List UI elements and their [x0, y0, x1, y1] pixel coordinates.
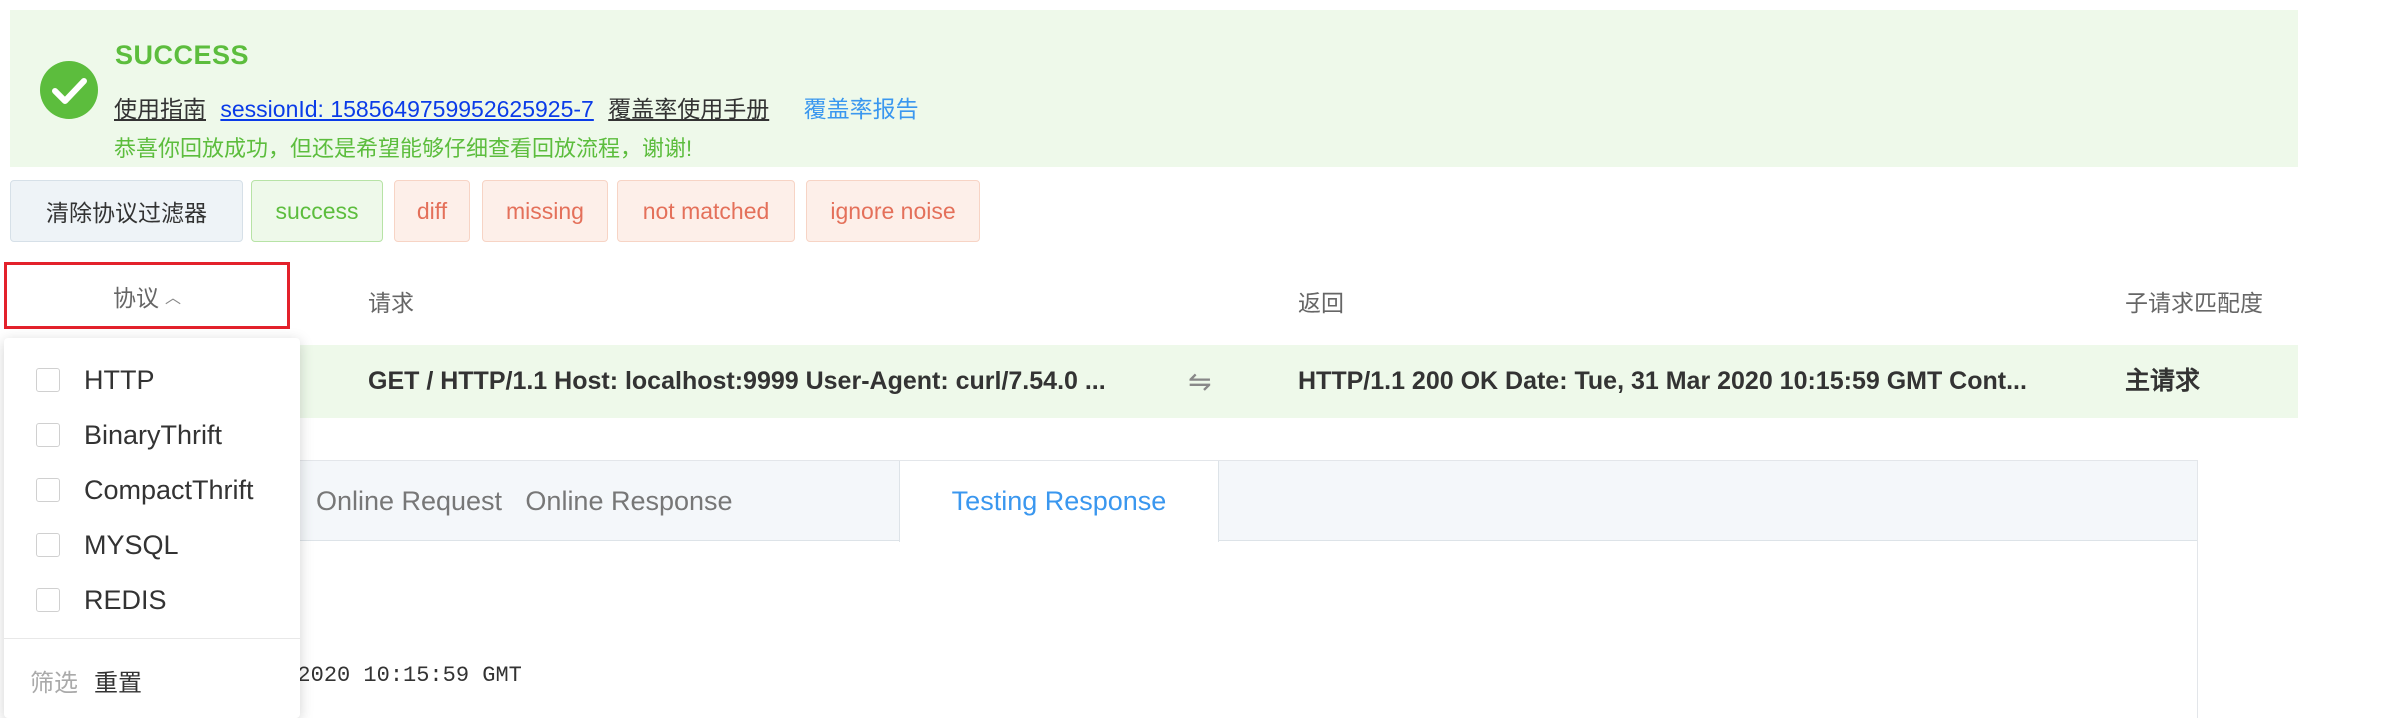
match-cell: 主请求 [2125, 367, 2201, 395]
request-column-header: 请求 [368, 290, 414, 316]
session-id-link[interactable]: sessionId: 1585649759952625925-7 [220, 96, 593, 122]
detail-tabbar: Online Request Online Response Testing R… [109, 461, 2197, 542]
checkbox[interactable] [36, 368, 60, 392]
reset-button[interactable]: 重置 [94, 663, 142, 698]
banner-links: 使用指南 sessionId: 1585649759952625925-7 覆盖… [114, 90, 927, 124]
success-banner: SUCCESS 使用指南 sessionId: 1585649759952625… [10, 10, 2298, 167]
checkbox[interactable] [36, 478, 60, 502]
coverage-report-link[interactable]: 覆盖率报告 [804, 96, 919, 122]
tab-testing-response[interactable]: Testing Response [899, 461, 1219, 542]
chevron-up-icon: ︿ [164, 289, 181, 307]
table-row[interactable]: GET / HTTP/1.1 Host: localhost:9999 User… [10, 345, 2298, 418]
tab-online-request[interactable]: Online Request [309, 461, 509, 541]
checkbox[interactable] [36, 533, 60, 557]
clear-protocol-filter-button[interactable]: 清除协议过滤器 [10, 180, 243, 242]
protocol-option-redis[interactable]: REDIS [36, 580, 167, 620]
protocol-column-header[interactable]: 协议 ︿ [4, 262, 290, 329]
ignore-noise-filter-button[interactable]: ignore noise [806, 180, 980, 242]
option-label: CompactThrift [84, 474, 254, 505]
checkbox[interactable] [36, 423, 60, 447]
protocol-option-compactthrift[interactable]: CompactThrift [36, 470, 254, 510]
diff-filter-button[interactable]: diff [394, 180, 470, 242]
guide-link[interactable]: 使用指南 [114, 96, 206, 122]
coverage-manual-link[interactable]: 覆盖率使用手册 [608, 96, 769, 122]
success-filter-button[interactable]: success [251, 180, 383, 242]
option-label: MYSQL [84, 529, 179, 560]
filter-button[interactable]: 筛选 [30, 663, 78, 698]
request-cell: GET / HTTP/1.1 Host: localhost:9999 User… [368, 367, 1106, 395]
dropdown-divider [4, 638, 300, 639]
banner-message: 恭喜你回放成功，但还是希望能够仔细查看回放流程，谢谢! [114, 136, 693, 161]
banner-title: SUCCESS [115, 40, 250, 70]
protocol-option-binarythrift[interactable]: BinaryThrift [36, 415, 222, 455]
protocol-option-mysql[interactable]: MYSQL [36, 525, 179, 565]
option-label: HTTP [84, 364, 155, 395]
checkbox[interactable] [36, 588, 60, 612]
missing-filter-button[interactable]: missing [482, 180, 608, 242]
swap-icon[interactable]: ⇋ [1188, 345, 1211, 418]
option-label: BinaryThrift [84, 419, 223, 450]
option-label: REDIS [84, 584, 167, 615]
check-circle-icon [40, 61, 98, 119]
protocol-option-http[interactable]: HTTP [36, 360, 155, 400]
protocol-filter-dropdown: HTTP BinaryThrift CompactThrift MYSQL RE… [4, 338, 300, 718]
match-column-header: 子请求匹配度 [2125, 290, 2263, 316]
response-column-header: 返回 [1298, 290, 1344, 316]
protocol-header-label: 协议 [112, 284, 159, 311]
response-cell: HTTP/1.1 200 OK Date: Tue, 31 Mar 2020 1… [1298, 367, 2027, 395]
tab-online-response[interactable]: Online Response [509, 461, 749, 541]
not-matched-filter-button[interactable]: not matched [617, 180, 795, 242]
